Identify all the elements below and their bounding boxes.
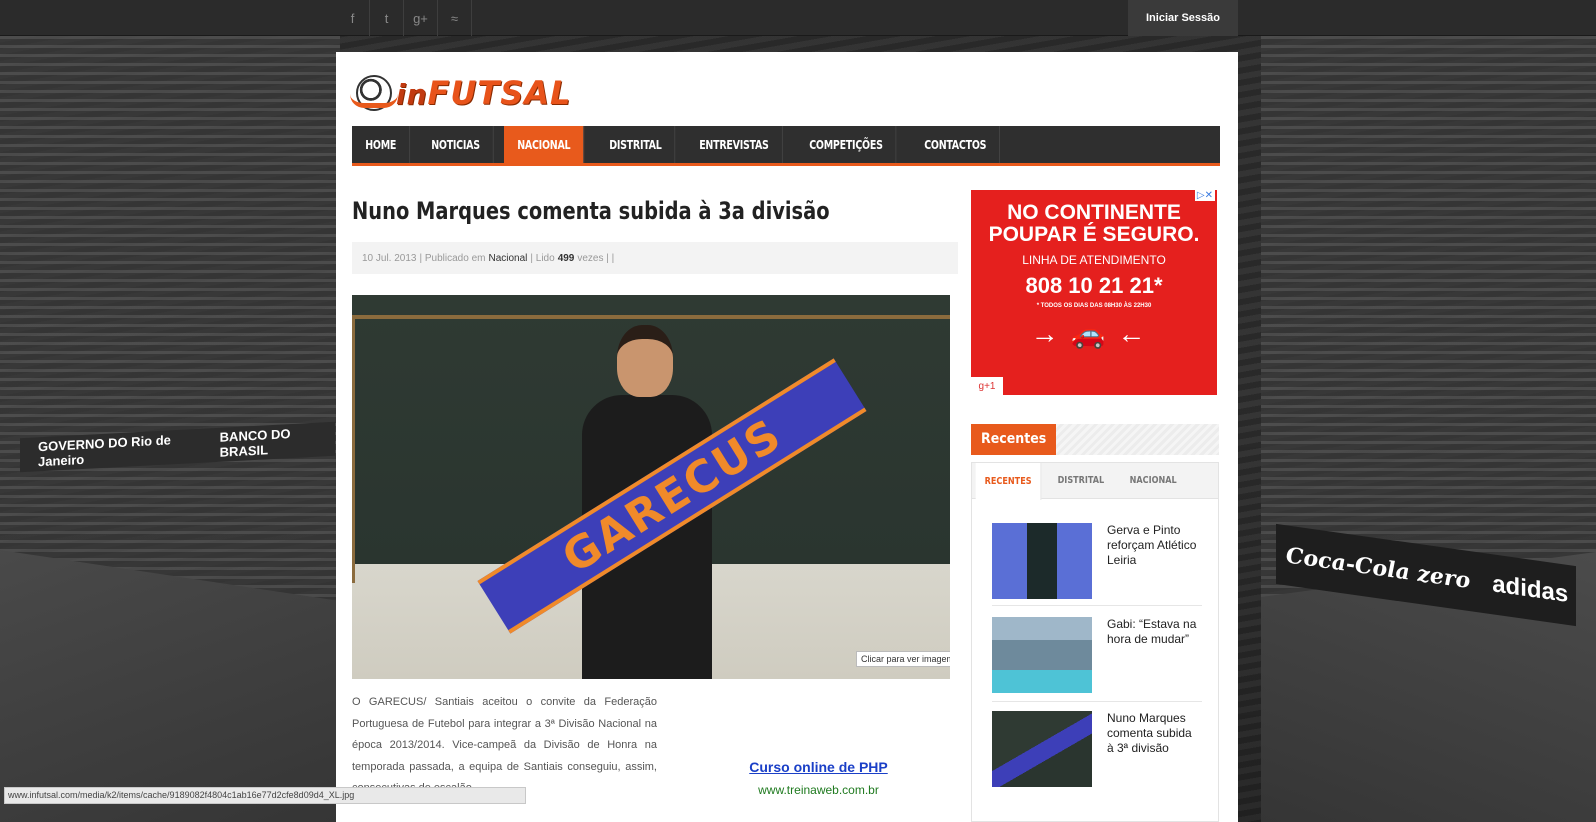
ad-line1: NO CONTINENTE [1007, 201, 1181, 224]
login-button[interactable]: Iniciar Sessão [1128, 0, 1238, 36]
sidebar-ad-banner[interactable]: ▷✕ NO CONTINENTE POUPAR É SEGURO. LINHA … [971, 190, 1217, 395]
post-title[interactable]: Gerva e Pinto reforçam Atlético Leiria [1107, 523, 1201, 599]
recentes-heading: Recentes [971, 424, 1219, 455]
google-plus-one-button[interactable]: g+1 [971, 377, 1003, 395]
nav-item-nacional[interactable]: NACIONAL [504, 126, 585, 163]
tab-nacional[interactable]: NACIONAL [1121, 463, 1186, 498]
article-category-link[interactable]: Nacional [488, 253, 527, 264]
tab-recentes[interactable]: RECENTES [975, 463, 1042, 500]
ad-note: * TODOS OS DIAS DAS 08H30 ÀS 22H30 [1036, 303, 1152, 309]
nav-item-contactos[interactable]: CONTACTOS [911, 126, 1000, 163]
article-title: Nuno Marques comenta subida à 3a divisão [352, 197, 830, 225]
post-thumbnail[interactable] [992, 617, 1092, 693]
list-item[interactable]: Gabi: “Estava na hora de mudar” [992, 617, 1202, 693]
post-thumbnail[interactable] [992, 711, 1092, 787]
read-count: 499 [557, 252, 575, 264]
nav-item-home[interactable]: HOME [352, 126, 411, 163]
logo-text-futsal: FUTSAL [427, 74, 572, 112]
tab-distrital[interactable]: DISTRITAL [1049, 463, 1114, 498]
article-date: 10 Jul. 2013 [362, 252, 417, 264]
top-bar: f t g+ ≈ Iniciar Sessão [0, 0, 1596, 36]
rss-icon[interactable]: ≈ [438, 0, 472, 36]
logo-text: inFUTSAL [396, 74, 571, 112]
text-ad: Curso online de PHP www.treinaweb.com.br [736, 759, 901, 797]
main-nav: HOME NOTICIAS NACIONAL DISTRITAL ENTREVI… [352, 126, 1220, 166]
post-title[interactable]: Nuno Marques comenta subida à 3ª divisão [1107, 711, 1201, 787]
read-prefix: | Lido [530, 252, 555, 264]
banner-sponsor-bb: BANCO DO BRASIL [219, 426, 291, 460]
nav-item-distrital[interactable]: DISTRITAL [596, 126, 676, 163]
twitter-icon[interactable]: t [370, 0, 404, 36]
browser-status-bar: www.infutsal.com/media/k2/items/cache/91… [4, 787, 526, 804]
logo-text-in: in [396, 78, 428, 111]
main-container: inFUTSAL HOME NOTICIAS NACIONAL DISTRITA… [336, 52, 1238, 822]
post-title[interactable]: Gabi: “Estava na hora de mudar” [1107, 617, 1201, 693]
post-thumbnail[interactable] [992, 523, 1092, 599]
list-item[interactable]: Gerva e Pinto reforçam Atlético Leiria [992, 523, 1202, 599]
nav-item-entrevistas[interactable]: ENTREVISTAS [686, 126, 783, 163]
ad-line2: POUPAR É SEGURO. [988, 223, 1200, 246]
article-meta: 10 Jul. 2013 | Publicado em Nacional | L… [352, 242, 958, 274]
player-head [617, 325, 673, 397]
nav-item-noticias[interactable]: NOTICIAS [418, 126, 495, 163]
divider [992, 605, 1202, 606]
text-ad-url[interactable]: www.treinaweb.com.br [736, 783, 901, 797]
text-ad-link[interactable]: Curso online de PHP [736, 759, 901, 775]
banner-sponsor-coca-cola: Coca-Cola zero [1286, 542, 1471, 595]
banner-sponsor-rio: GOVERNO DO Rio de Janeiro [38, 432, 171, 470]
article-image[interactable]: GARECUS Clicar para ver imagem [352, 295, 950, 679]
nav-item-competicoes[interactable]: COMPETIÇÕES [796, 126, 897, 163]
image-tooltip: Clicar para ver imagem [856, 651, 950, 667]
site-logo[interactable]: inFUTSAL [350, 68, 571, 118]
ad-close-icon[interactable]: ▷✕ [1194, 190, 1215, 201]
divider [992, 701, 1202, 702]
article-body: O GARECUS/ Santiais aceitou o convite da… [352, 696, 657, 794]
recentes-widget: RECENTES DISTRITAL NACIONAL Gerva e Pint… [971, 462, 1219, 822]
google-plus-icon[interactable]: g+ [404, 0, 438, 36]
ad-line3: LINHA DE ATENDIMENTO [1022, 253, 1166, 267]
social-links: f t g+ ≈ [336, 0, 472, 36]
recentes-tabs: RECENTES DISTRITAL NACIONAL [972, 463, 1218, 500]
facebook-icon[interactable]: f [336, 0, 370, 36]
ad-phone: 808 10 21 21* [1025, 273, 1163, 298]
logo-swoosh [350, 94, 398, 108]
recentes-heading-label: Recentes [971, 424, 1057, 455]
banner-sponsor-adidas: adidas [1492, 570, 1569, 608]
car-arrows-icon: →🚗← [1030, 318, 1158, 349]
published-prefix: | Publicado em [419, 252, 486, 264]
list-item[interactable]: Nuno Marques comenta subida à 3ª divisão [992, 711, 1202, 787]
read-suffix: vezes | | [577, 252, 615, 264]
